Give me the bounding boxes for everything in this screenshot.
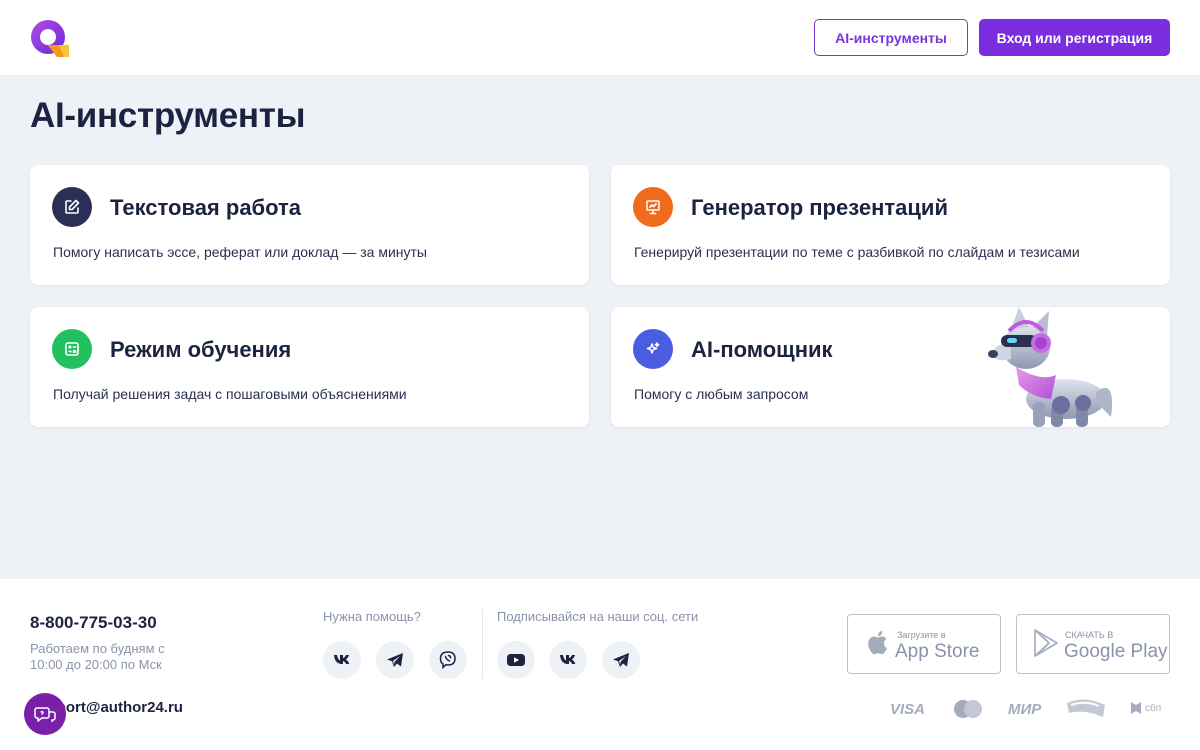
card-description: Получай решения задач с пошаговыми объяс… — [53, 386, 407, 402]
vk-icon[interactable] — [549, 641, 587, 679]
card-text-work[interactable]: Текстовая работа Помогу написать эссе, р… — [30, 165, 589, 285]
google-play-button[interactable]: СКАЧАТЬ В Google Play — [1016, 614, 1170, 674]
help-label: Нужна помощь? — [323, 609, 421, 624]
card-title: AI-помощник — [691, 337, 833, 362]
robot-dog-illustration — [971, 307, 1121, 427]
telegram-icon[interactable] — [602, 641, 640, 679]
sbp-label: сбп — [1145, 702, 1162, 714]
social-label: Подписывайся на наши соц. сети — [497, 609, 699, 624]
mir-accept-logo — [1065, 697, 1107, 724]
viber-icon[interactable] — [429, 641, 467, 679]
card-description: Помогу с любым запросом — [634, 386, 809, 402]
visa-logo: VISA — [890, 701, 926, 718]
app-store-button[interactable]: Загрузите в App Store — [847, 614, 1001, 674]
google-play-icon — [1034, 629, 1058, 657]
login-register-button[interactable]: Вход или регистрация — [979, 19, 1170, 56]
edit-note-icon — [52, 187, 92, 227]
footer: 8-800-775-03-30 Работаем по будням с 10:… — [0, 579, 1200, 750]
mastercard-logo — [952, 699, 984, 724]
app-store-big-text: App Store — [895, 641, 980, 662]
ai-tools-button[interactable]: AI-инструменты — [814, 19, 968, 56]
card-description: Генерируй презентации по теме с разбивко… — [634, 244, 1080, 260]
card-title: Генератор презентаций — [691, 195, 948, 220]
mir-logo: МИР — [1008, 701, 1042, 718]
presentation-icon — [633, 187, 673, 227]
card-ai-assistant[interactable]: AI-помощник Помогу с любым запросом — [611, 307, 1170, 427]
card-description: Помогу написать эссе, реферат или доклад… — [53, 244, 427, 260]
working-hours: Работаем по будням с 10:00 до 20:00 по М… — [30, 641, 165, 672]
calculator-icon — [52, 329, 92, 369]
sbp-logo: сбп — [1130, 701, 1161, 715]
card-title: Режим обучения — [110, 337, 292, 362]
telegram-support-icon[interactable] — [376, 641, 414, 679]
logo[interactable] — [29, 19, 69, 57]
support-phone[interactable]: 8-800-775-03-30 — [30, 613, 157, 633]
chat-support-button[interactable] — [24, 693, 66, 735]
google-play-big-text: Google Play — [1064, 641, 1168, 662]
google-play-small-text: СКАЧАТЬ В — [1065, 630, 1114, 640]
page-title: AI-инструменты — [30, 96, 306, 135]
youtube-icon[interactable] — [497, 641, 535, 679]
sparkle-icon — [633, 329, 673, 369]
app-store-small-text: Загрузите в — [897, 630, 946, 640]
card-presentation-generator[interactable]: Генератор презентаций Генерируй презента… — [611, 165, 1170, 285]
vk-support-icon[interactable] — [323, 641, 361, 679]
card-learning-mode[interactable]: Режим обучения Получай решения задач с п… — [30, 307, 589, 427]
card-title: Текстовая работа — [110, 195, 302, 220]
header: AI-инструменты Вход или регистрация — [0, 0, 1200, 75]
apple-icon — [868, 630, 887, 655]
footer-divider — [482, 609, 483, 679]
